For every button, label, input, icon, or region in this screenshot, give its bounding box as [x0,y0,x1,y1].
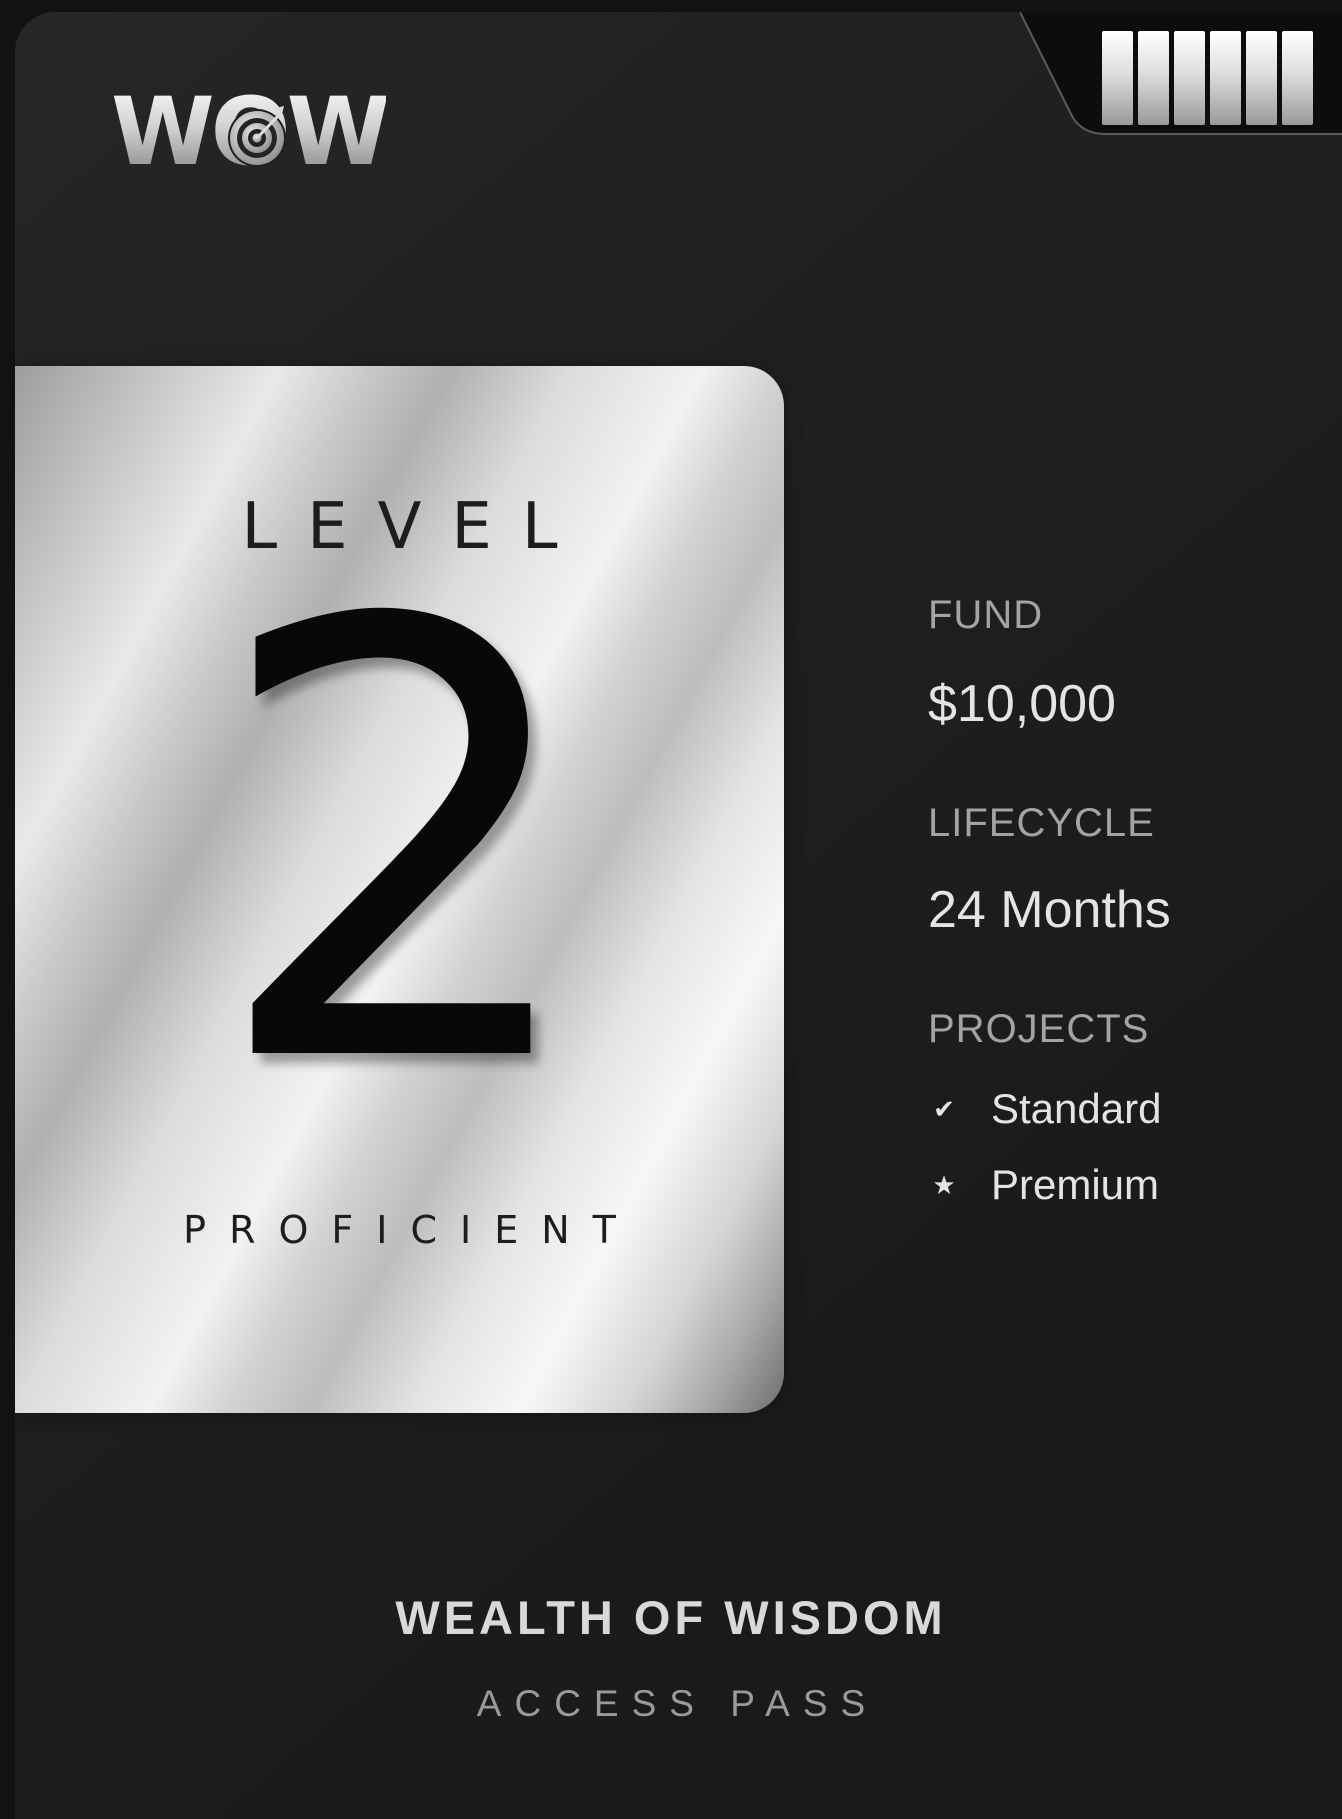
signal-bar [1210,31,1241,125]
project-item-standard: ✔ Standard [928,1086,1161,1132]
fund-value: $10,000 [928,675,1116,733]
level-panel: LEVEL 2 PROFICIENT [15,366,784,1413]
signal-bars-icon [1102,31,1313,125]
level-rank: PROFICIENT [183,1208,639,1252]
signal-bar [1246,31,1277,125]
wow-logo: WOW [111,86,401,180]
target-icon [228,106,286,167]
projects-label: PROJECTS [928,1007,1150,1051]
signal-bar [1138,31,1169,125]
lifecycle-value: 24 Months [928,881,1171,939]
lifecycle-label: LIFECYCLE [928,801,1155,845]
signal-bar [1174,31,1205,125]
access-pass-card: WOW LEVEL 2 [15,12,1342,1819]
star-icon: ★ [932,1169,956,1200]
signal-bar [1102,31,1133,125]
project-label: Premium [991,1161,1160,1208]
footer-title: WEALTH OF WISDOM [395,1591,947,1644]
signal-bar [1282,31,1313,125]
project-label: Standard [991,1085,1162,1132]
level-number: 2 [208,496,591,1195]
fund-label: FUND [928,593,1044,637]
check-icon: ✔ [933,1093,955,1124]
footer-subtitle: ACCESS PASS [476,1683,879,1724]
project-item-premium: ★ Premium [928,1162,1159,1208]
